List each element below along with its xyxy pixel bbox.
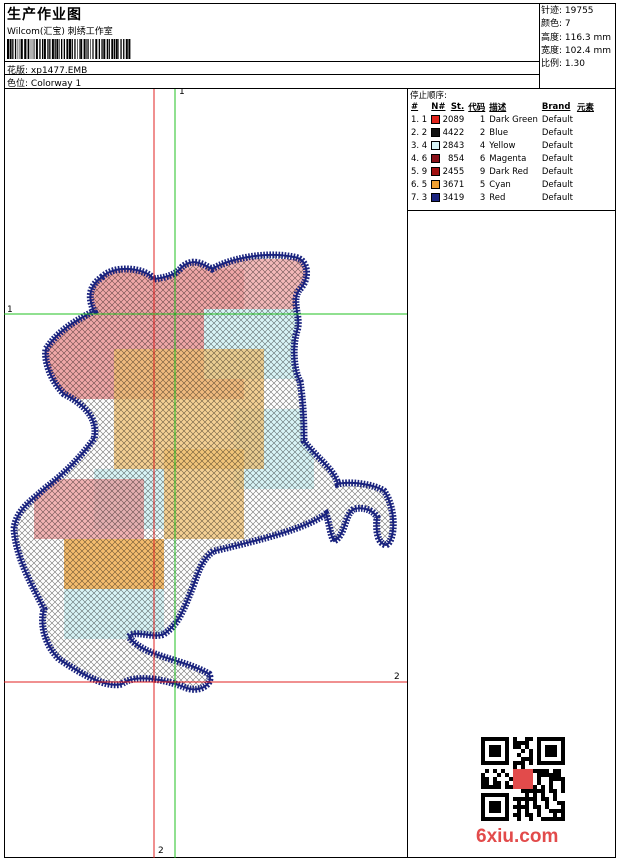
header-divider-2: [4, 74, 539, 75]
design-scale: 比例: 1.30: [541, 59, 585, 70]
row-element: [575, 113, 596, 126]
row-stitches: 3419: [442, 192, 465, 203]
row-swatch: 3671: [429, 178, 466, 191]
stop-sequence-panel: 停止顺序: # N# St. 代码 描述 Brand 元素 1. 1 2089 1 D…: [408, 89, 616, 211]
row-index: 1. 1: [411, 114, 428, 125]
row-swatch: 854: [429, 152, 466, 165]
stitch-count: 针迹: 19755: [541, 6, 594, 16]
row-brand: Default: [541, 140, 573, 151]
row-stitches: 2089: [442, 114, 465, 125]
row-swatch: 2843: [429, 139, 466, 152]
row-element: [575, 178, 596, 191]
row-swatch: 2089: [429, 113, 466, 126]
row-code: 3: [479, 192, 486, 203]
row-stitches: 4422: [442, 127, 465, 138]
col-needle: N#: [431, 101, 446, 112]
row-index: 6. 5: [411, 179, 428, 190]
guide-label-v1: 1: [179, 89, 185, 97]
row-desc: Magenta: [489, 153, 527, 164]
color-swatch: [431, 166, 441, 176]
col-index: #: [411, 101, 419, 112]
row-element: [575, 139, 596, 152]
row-stitches: 2843: [442, 140, 465, 151]
guide-label-h2: 2: [394, 672, 400, 682]
color-swatch: [431, 140, 441, 150]
row-swatch: 2455: [429, 165, 466, 178]
colorway: 色位: Colorway 1: [7, 79, 82, 89]
col-code: 代码: [468, 102, 486, 113]
sequence-header-row: # N# St. 代码 描述 Brand 元素: [409, 100, 596, 113]
design-preview: [4, 89, 407, 858]
color-swatch: [431, 114, 441, 124]
design-canvas[interactable]: 1 1 2 2: [4, 89, 408, 858]
color-swatch: [431, 153, 441, 163]
color-swatch: [431, 192, 441, 202]
col-stitches: St.: [450, 101, 465, 112]
row-brand: Default: [541, 192, 573, 203]
watermark-logo: 6xiu.com: [476, 826, 559, 847]
page-title: 生产作业图: [7, 7, 82, 23]
header-left: 生产作业图 Wilcom(汇宝) 刺绣工作室 花版: xp1477.EMB 色位…: [4, 3, 540, 89]
row-index: 4. 6: [411, 153, 428, 164]
row-element: [575, 126, 596, 139]
row-desc: Dark Red: [489, 166, 529, 177]
color-swatch: [431, 179, 441, 189]
design-width: 宽度: 102.4 mm: [541, 45, 612, 56]
row-index: 2. 2: [411, 127, 428, 138]
colorway-value: Colorway 1: [30, 79, 82, 89]
sequence-row[interactable]: 3. 4 2843 4 Yellow Default: [409, 139, 596, 152]
row-code: 5: [479, 179, 486, 190]
barcode-icon: [7, 39, 131, 59]
row-stitches: 3671: [442, 179, 465, 190]
header: 生产作业图 Wilcom(汇宝) 刺绣工作室 花版: xp1477.EMB 色位…: [4, 3, 616, 89]
row-brand: Default: [541, 114, 573, 125]
row-stitches: 2455: [442, 166, 465, 177]
row-stitches: 854: [448, 153, 465, 164]
color-swatch: [431, 127, 441, 137]
sequence-row[interactable]: 7. 3 3419 3 Red Default: [409, 191, 596, 204]
row-swatch: 4422: [429, 126, 466, 139]
row-code: 2: [479, 127, 486, 138]
design-height: 高度: 116.3 mm: [541, 32, 612, 43]
subtitle: Wilcom(汇宝) 刺绣工作室: [7, 27, 113, 37]
row-element: [575, 152, 596, 165]
row-element: [575, 165, 596, 178]
row-index: 3. 4: [411, 140, 428, 151]
row-code: 6: [479, 153, 486, 164]
guide-label-h1: 1: [7, 305, 13, 315]
row-desc: Yellow: [489, 140, 516, 151]
row-code: 1: [479, 114, 486, 125]
sequence-table: # N# St. 代码 描述 Brand 元素 1. 1 2089 1 Dark Gr…: [409, 100, 596, 204]
row-index: 7. 3: [411, 192, 428, 203]
sequence-row[interactable]: 6. 5 3671 5 Cyan Default: [409, 178, 596, 191]
col-desc: 描述: [489, 102, 507, 113]
row-code: 9: [479, 166, 486, 177]
row-desc: Red: [489, 192, 506, 203]
row-brand: Default: [541, 153, 573, 164]
row-brand: Default: [541, 166, 573, 177]
stats-panel: 针迹: 19755 颜色: 7 高度: 116.3 mm 宽度: 102.4 m…: [541, 5, 611, 71]
color-count: 颜色: 7: [541, 19, 571, 30]
row-element: [575, 191, 596, 204]
guide-label-v2: 2: [158, 846, 164, 856]
row-code: 4: [479, 140, 486, 151]
col-brand: Brand: [541, 101, 571, 112]
row-desc: Dark Green: [489, 114, 538, 125]
sequence-row[interactable]: 5. 9 2455 9 Dark Red Default: [409, 165, 596, 178]
col-element: 元素: [576, 102, 594, 113]
row-desc: Blue: [489, 127, 509, 138]
row-index: 5. 9: [411, 166, 428, 177]
sequence-row[interactable]: 1. 1 2089 1 Dark Green Default: [409, 113, 596, 126]
qr-code-icon: [481, 737, 565, 821]
header-divider: [4, 61, 539, 62]
row-swatch: 3419: [429, 191, 466, 204]
row-brand: Default: [541, 127, 573, 138]
sequence-row[interactable]: 4. 6 854 6 Magenta Default: [409, 152, 596, 165]
row-brand: Default: [541, 179, 573, 190]
row-desc: Cyan: [489, 179, 511, 190]
sequence-row[interactable]: 2. 2 4422 2 Blue Default: [409, 126, 596, 139]
